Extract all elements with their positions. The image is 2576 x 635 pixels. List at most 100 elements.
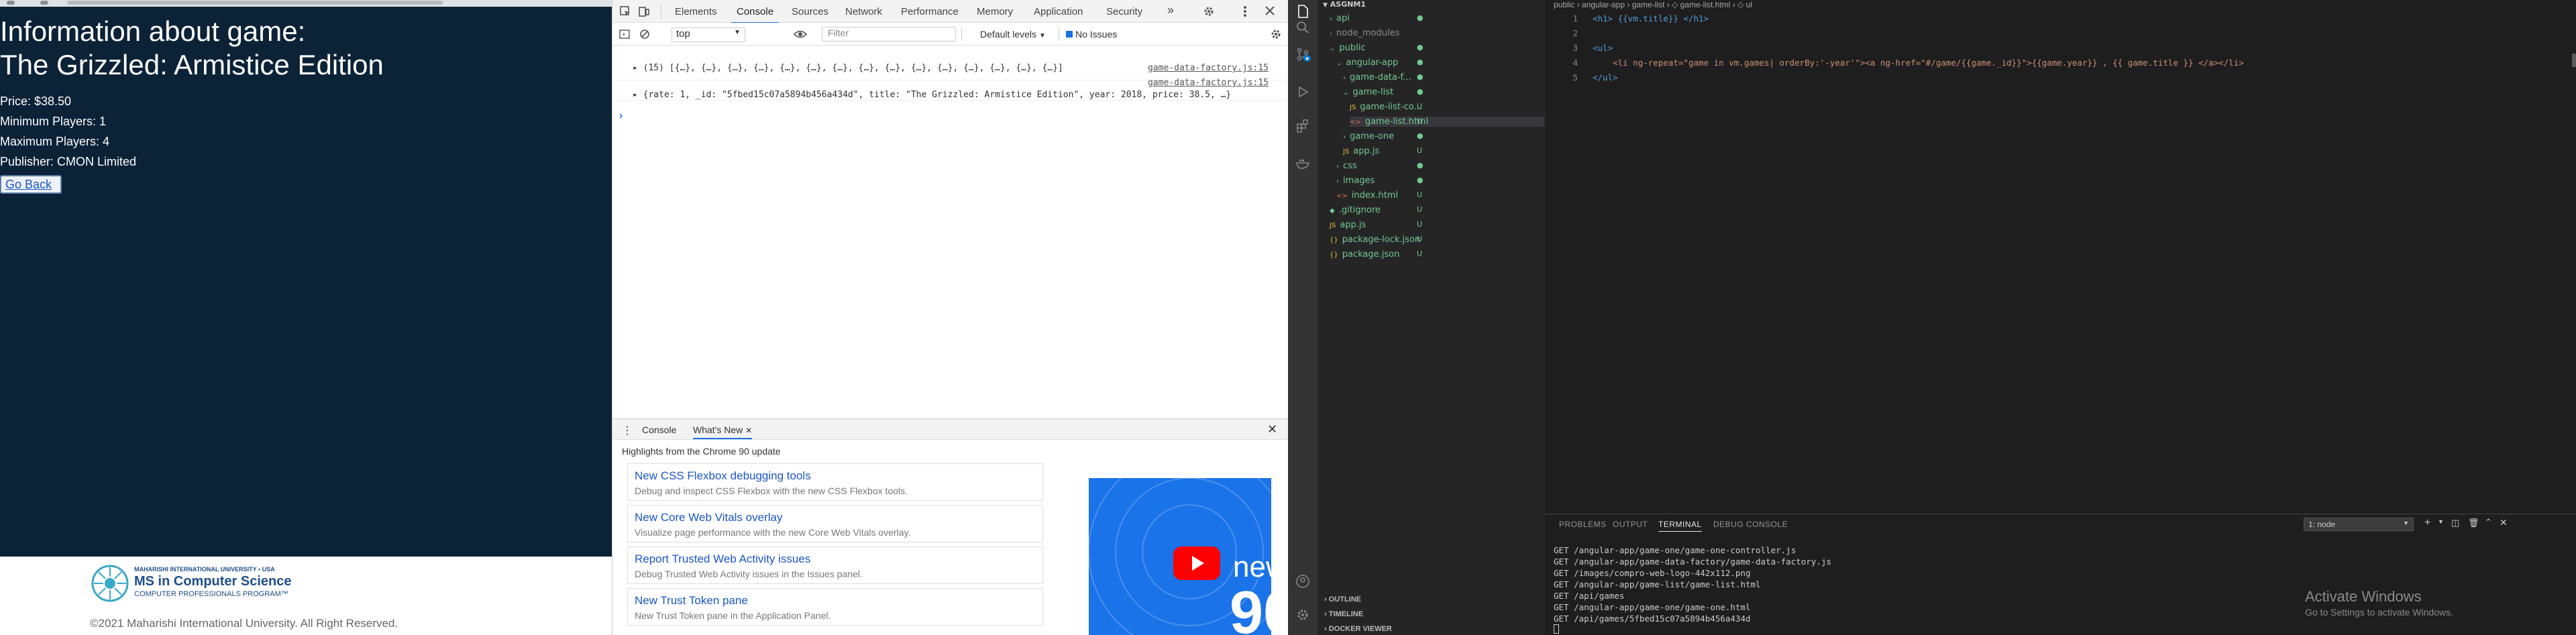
- manage-gear-icon[interactable]: [1295, 608, 1310, 622]
- file-tree-item[interactable]: ◆ .gitignore U: [1330, 205, 1422, 215]
- docker-icon[interactable]: [1295, 156, 1310, 170]
- file-tree-item[interactable]: {} package.json U: [1330, 249, 1422, 259]
- file-tree-item[interactable]: <> game-list.html U: [1350, 117, 1544, 127]
- card-title[interactable]: Report Trusted Web Activity issues: [635, 553, 810, 566]
- more-tabs-button[interactable]: »: [1167, 3, 1174, 17]
- code-line[interactable]: <h1> {{vm.title}} </h1>: [1593, 13, 1709, 23]
- console-filter-input[interactable]: Filter: [822, 27, 956, 42]
- address-bar[interactable]: [67, 1, 443, 5]
- log-message[interactable]: ▸ (15) [{…}, {…}, {…}, {…}, {…}, {…}, {……: [633, 63, 1063, 73]
- new-terminal-icon[interactable]: +: [2424, 517, 2430, 529]
- terminal-cursor: [1554, 624, 1559, 634]
- split-terminal-icon[interactable]: ◫: [2451, 518, 2459, 528]
- panel-tab-output[interactable]: OUTPUT: [1613, 520, 1648, 529]
- go-back-button[interactable]: Go Back: [0, 175, 62, 194]
- drawer-tab-console[interactable]: Console: [642, 424, 676, 435]
- inspect-icon[interactable]: [619, 5, 631, 17]
- file-tree-item[interactable]: ⌄ game-list ●: [1343, 87, 1424, 97]
- file-tree-item[interactable]: › css ●: [1336, 161, 1424, 171]
- console-settings-gear-icon[interactable]: [1270, 28, 1282, 40]
- whats-new-card[interactable]: New Trust Token pane New Trust Token pan…: [627, 588, 1043, 626]
- terminal-selector[interactable]: 1: node ▼: [2304, 518, 2414, 531]
- extensions-icon[interactable]: [1295, 118, 1310, 133]
- explorer-root[interactable]: ▼ ASGNM1: [1323, 0, 1366, 9]
- timeline-section-label: TIMELINE: [1328, 610, 1364, 618]
- tab-performance[interactable]: Performance: [901, 6, 959, 17]
- nav-icon[interactable]: [7, 1, 15, 5]
- card-title[interactable]: New Trust Token pane: [635, 594, 748, 608]
- file-tree-item[interactable]: <> index.html U: [1336, 190, 1422, 200]
- nav-icon[interactable]: [40, 1, 48, 5]
- docker-section[interactable]: › DOCKER VIEWER: [1324, 625, 1392, 633]
- tab-console[interactable]: Console: [731, 6, 780, 23]
- chevron-down-icon[interactable]: ▼: [2438, 518, 2444, 525]
- explorer-icon[interactable]: [1295, 4, 1310, 19]
- search-icon[interactable]: [1295, 20, 1310, 35]
- console-prompt[interactable]: ›: [619, 110, 623, 122]
- log-message[interactable]: ▸ {rate: 1, _id: "5fbed15c07a5894b456a43…: [633, 90, 1231, 100]
- file-tree-item[interactable]: ⌄ angular-app ●: [1336, 58, 1424, 68]
- run-debug-icon[interactable]: [1295, 84, 1310, 99]
- file-tree-item[interactable]: JS app.js U: [1330, 220, 1422, 230]
- youtube-play-icon[interactable]: [1173, 546, 1220, 580]
- tab-elements[interactable]: Elements: [675, 6, 717, 17]
- close-panel-icon[interactable]: ✕: [2500, 517, 2508, 528]
- drawer-tab-whats-new[interactable]: What's New ✕: [693, 424, 753, 439]
- code-line[interactable]: <ul>: [1593, 43, 1613, 53]
- editor-area[interactable]: public › angular-app › game-list › ◇ gam…: [1546, 0, 2576, 514]
- context-selector[interactable]: top ▼: [672, 27, 745, 42]
- log-source-link[interactable]: game-data-factory.js:15: [1148, 78, 1269, 88]
- file-tree-item[interactable]: › game-one ●: [1343, 131, 1424, 141]
- file-tree-item[interactable]: › game-data-f... ●: [1343, 72, 1424, 82]
- code-line[interactable]: </ul>: [1593, 72, 1618, 82]
- console-log-row[interactable]: ▸ {rate: 1, _id: "5fbed15c07a5894b456a43…: [612, 78, 1289, 101]
- close-devtools-icon[interactable]: [1263, 4, 1277, 17]
- explorer-sidebar: ▼ ASGNM1 › api ● › node_modules ⌄ public ● ⌄ angu…: [1318, 0, 1546, 635]
- card-title[interactable]: New Core Web Vitals overlay: [635, 511, 782, 524]
- whats-new-card[interactable]: New Core Web Vitals overlay Visualize pa…: [627, 505, 1043, 542]
- kebab-menu-icon[interactable]: [1243, 5, 1247, 17]
- file-tree-item[interactable]: JS app.js U: [1343, 146, 1422, 156]
- timeline-section[interactable]: › TIMELINE: [1324, 610, 1363, 618]
- clear-console-icon[interactable]: [639, 29, 650, 40]
- source-control-icon[interactable]: ●: [1295, 47, 1311, 62]
- log-levels-dropdown[interactable]: Default levels ▼: [980, 29, 1046, 40]
- maximize-panel-icon[interactable]: ⌃: [2485, 517, 2492, 528]
- file-tree-item[interactable]: › images ●: [1336, 176, 1424, 186]
- drawer-menu-icon[interactable]: ⋮: [622, 424, 633, 437]
- account-icon[interactable]: [1295, 574, 1310, 589]
- whats-new-card[interactable]: Report Trusted Web Activity issues Debug…: [627, 546, 1043, 584]
- file-tree-item[interactable]: › node_modules: [1330, 28, 1399, 38]
- file-tree-item[interactable]: › api ●: [1330, 13, 1424, 23]
- file-tree-label: app.js: [1340, 220, 1366, 230]
- whats-new-heading: Highlights from the Chrome 90 update: [622, 446, 781, 457]
- file-tree-item[interactable]: JS game-list-co... U: [1350, 102, 1422, 112]
- tab-security[interactable]: Security: [1106, 6, 1142, 17]
- tab-application[interactable]: Application: [1034, 6, 1083, 17]
- settings-gear-icon[interactable]: [1203, 5, 1215, 17]
- device-toolbar-icon[interactable]: [638, 5, 650, 17]
- tab-sources[interactable]: Sources: [792, 6, 828, 17]
- log-source-link[interactable]: game-data-factory.js:15: [1148, 63, 1269, 73]
- outline-section[interactable]: › OUTLINE: [1324, 595, 1361, 603]
- file-tree-item[interactable]: ⌄ public ●: [1330, 43, 1424, 53]
- close-drawer-icon[interactable]: ✕: [1267, 422, 1277, 437]
- code-line[interactable]: <li ng-repeat="game in vm.games| orderBy…: [1593, 58, 2244, 68]
- panel-tab-terminal[interactable]: TERMINAL: [1658, 520, 1702, 532]
- live-expression-eye-icon[interactable]: [794, 29, 807, 40]
- whats-new-video-thumbnail[interactable]: new 90: [1089, 478, 1271, 635]
- file-tree-item[interactable]: {} package-lock.json U: [1330, 235, 1422, 245]
- tab-network[interactable]: Network: [845, 6, 882, 17]
- card-title[interactable]: New CSS Flexbox debugging tools: [635, 469, 811, 483]
- panel-tab-debug-console[interactable]: DEBUG CONSOLE: [1713, 520, 1788, 529]
- chevron-down-icon: ▼: [734, 29, 741, 36]
- tab-memory[interactable]: Memory: [977, 6, 1013, 17]
- whats-new-card[interactable]: New CSS Flexbox debugging tools Debug an…: [627, 463, 1043, 501]
- scrollbar-thumb[interactable]: [2572, 54, 2576, 67]
- trash-icon[interactable]: 🗑: [2468, 518, 2479, 528]
- panel-tab-problems[interactable]: PROBLEMS: [1559, 520, 1607, 529]
- sidebar-toggle-icon[interactable]: [619, 29, 630, 40]
- issues-counter[interactable]: No Issues: [1066, 29, 1117, 40]
- close-tab-icon[interactable]: ✕: [745, 426, 752, 435]
- breadcrumb[interactable]: public › angular-app › game-list › ◇ gam…: [1554, 0, 1752, 9]
